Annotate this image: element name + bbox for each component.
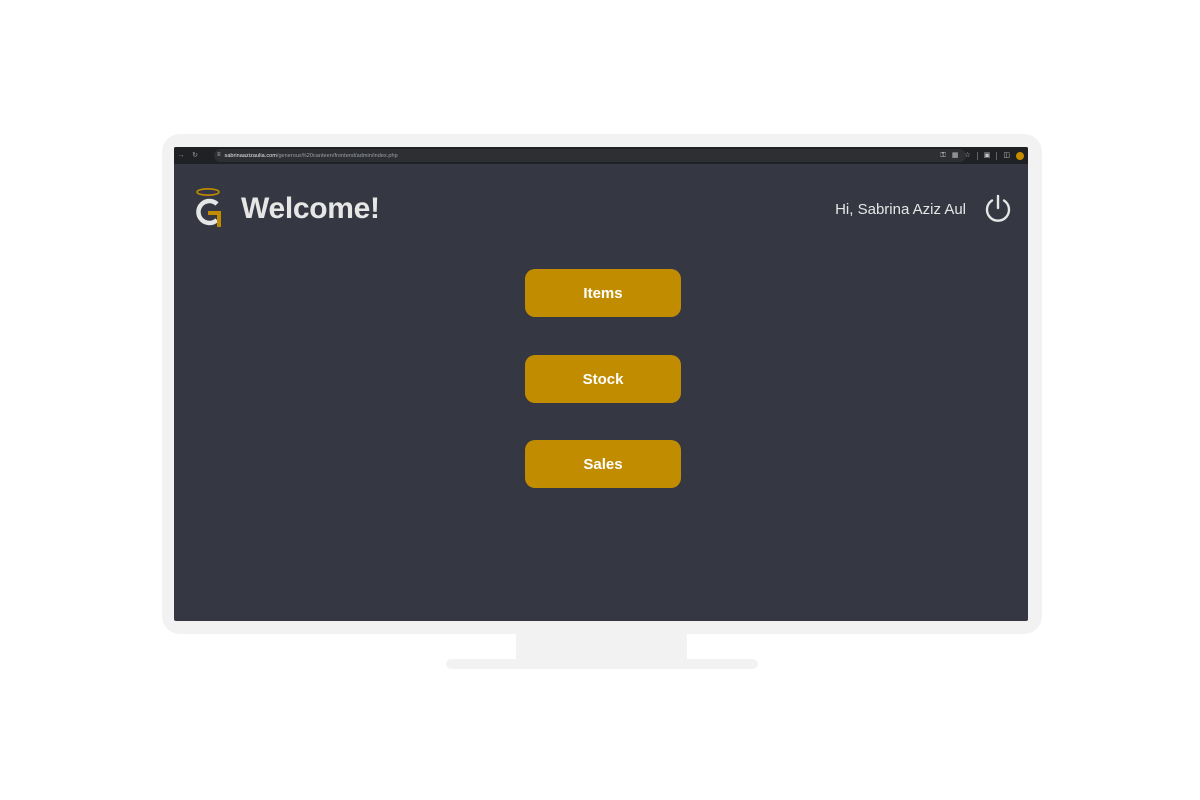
page-title: Welcome! [241, 192, 380, 225]
profile-icon[interactable] [1016, 151, 1024, 160]
url-path: /generous%20canteen/frontend/admin/index… [276, 152, 398, 159]
forward-arrow-icon[interactable]: → [174, 147, 188, 164]
browser-toolbar-icons: ⚿ ▦ ☆ ▣ ◫ [941, 147, 1024, 164]
extension-icon[interactable]: ▣ [984, 147, 991, 164]
reload-icon[interactable]: ↻ [188, 147, 202, 164]
stock-button[interactable]: Stock [525, 355, 681, 403]
items-button[interactable]: Items [525, 269, 681, 317]
star-icon[interactable]: ☆ [964, 147, 970, 164]
toolbar-divider [996, 151, 998, 160]
monitor-stand-base [446, 659, 758, 669]
url-text: sabrinaazizaulia.com/generous%20canteen/… [225, 153, 398, 159]
user-greeting: Hi, Sabrina Aziz Aul [835, 201, 966, 218]
sales-button[interactable]: Sales [525, 440, 681, 488]
key-icon[interactable]: ⚿ [941, 147, 946, 164]
power-icon[interactable] [982, 193, 1014, 225]
url-host: sabrinaazizaulia.com [224, 152, 277, 159]
address-bar[interactable]: ≡ sabrinaazizaulia.com/generous%20cantee… [214, 149, 966, 162]
app-screen: → ↻ ≡ sabrinaazizaulia.com/generous%20ca… [174, 147, 1028, 621]
halo-g-logo-icon [196, 187, 221, 227]
browser-toolbar: → ↻ ≡ sabrinaazizaulia.com/generous%20ca… [174, 147, 1028, 164]
site-settings-icon[interactable]: ≡ [217, 149, 221, 162]
monitor-stand-neck [516, 634, 687, 660]
toolbar-divider [976, 151, 978, 160]
sidepanel-icon[interactable]: ◫ [1003, 147, 1010, 164]
translate-icon[interactable]: ▦ [952, 147, 959, 164]
